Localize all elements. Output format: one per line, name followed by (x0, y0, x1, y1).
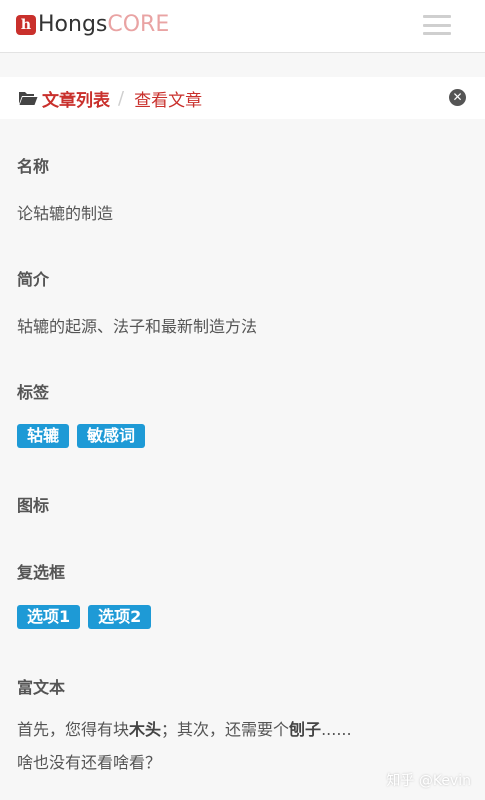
folder-open-icon (18, 90, 38, 106)
checkbox-list: 选项1 选项2 (17, 605, 152, 629)
checkbox-option-badge: 选项2 (88, 605, 152, 629)
close-circle-icon[interactable]: ✕ (449, 89, 466, 106)
breadcrumb: 文章列表 / 查看文章 ✕ (0, 77, 485, 119)
navbar: h HongsCORE (0, 0, 485, 53)
tags-label: 标签 (17, 383, 50, 402)
logo-icon: h (16, 15, 36, 35)
checkbox-label: 复选框 (17, 563, 66, 582)
tags-list: 轱辘 敏感词 (17, 424, 146, 448)
name-value: 论轱辘的制造 (17, 204, 114, 223)
richtext-text: 首先，您得有块 (17, 720, 130, 739)
richtext-label: 富文本 (17, 678, 66, 697)
richtext-bold: 木头 (129, 720, 162, 739)
breadcrumb-article-list[interactable]: 文章列表 (42, 86, 110, 111)
checkbox-option-badge: 选项1 (17, 605, 81, 629)
richtext-text: ；其次，还需要个 (161, 720, 290, 739)
tag-badge: 轱辘 (17, 424, 70, 448)
richtext-content: 首先，您得有块木头；其次，还需要个刨子...... 啥也没有还看啥看？ (17, 713, 352, 779)
brand-name-accent: CORE (107, 12, 170, 37)
richtext-line-2: 啥也没有还看啥看？ (17, 753, 162, 772)
name-label: 名称 (17, 157, 50, 176)
intro-value: 轱辘的起源、法子和最新制造方法 (17, 317, 258, 336)
richtext-text: ...... (321, 720, 352, 739)
hamburger-menu-icon[interactable] (423, 15, 451, 35)
intro-label: 简介 (17, 270, 50, 289)
icon-label: 图标 (17, 496, 50, 515)
watermark: 知乎 @Kevin (386, 773, 471, 789)
hamburger-bar (423, 15, 451, 18)
tag-badge: 敏感词 (77, 424, 146, 448)
richtext-bold: 刨子 (289, 720, 322, 739)
hamburger-bar (423, 23, 451, 27)
breadcrumb-separator: / (118, 87, 125, 109)
breadcrumb-view-article: 查看文章 (134, 90, 203, 111)
brand-name: HongsCORE (38, 13, 169, 37)
brand-name-main: Hongs (38, 12, 108, 37)
richtext-line-1: 首先，您得有块木头；其次，还需要个刨子...... (17, 713, 352, 746)
hamburger-bar (423, 32, 451, 35)
brand-logo[interactable]: h HongsCORE (16, 13, 169, 37)
